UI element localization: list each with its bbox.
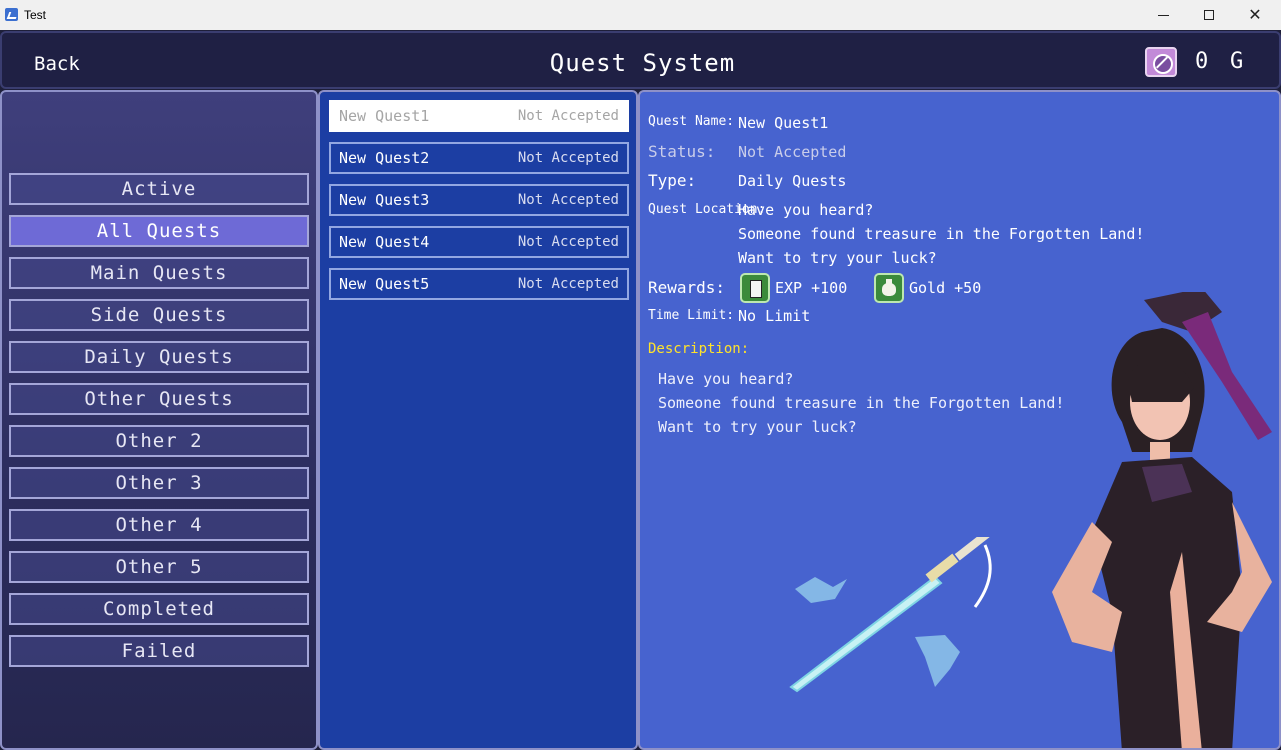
- quest-list-item[interactable]: New Quest2 Not Accepted: [329, 142, 629, 174]
- category-panel: Active All Quests Main Quests Side Quest…: [0, 90, 318, 750]
- description-label: Description:: [648, 341, 750, 357]
- description-line: Have you heard?: [658, 370, 794, 388]
- quest-status: Not Accepted: [517, 150, 619, 166]
- close-button[interactable]: ✕: [1232, 0, 1278, 30]
- category-active[interactable]: Active: [9, 173, 309, 205]
- time-limit-label: Time Limit:: [648, 308, 735, 323]
- minimize-button[interactable]: [1140, 0, 1186, 30]
- quest-list-item[interactable]: New Quest5 Not Accepted: [329, 268, 629, 300]
- status-value: Not Accepted: [738, 143, 847, 161]
- quest-location-line: Someone found treasure in the Forgotten …: [738, 225, 1145, 243]
- quest-name: New Quest4: [339, 233, 430, 251]
- quest-status: Not Accepted: [517, 108, 619, 124]
- gold-unit: G: [1230, 49, 1244, 74]
- quest-name: New Quest1: [339, 107, 430, 125]
- exp-book-icon: [740, 273, 770, 303]
- gold-amount: 0: [1195, 49, 1209, 74]
- quest-name: New Quest2: [339, 149, 430, 167]
- category-other-5[interactable]: Other 5: [9, 551, 309, 583]
- header-bar: Back Quest System 0 G: [0, 31, 1281, 89]
- reward-exp: EXP +100: [775, 279, 848, 297]
- quest-status: Not Accepted: [517, 192, 619, 208]
- quest-name: New Quest5: [339, 275, 430, 293]
- category-failed[interactable]: Failed: [9, 635, 309, 667]
- quest-location-line: Want to try your luck?: [738, 249, 937, 267]
- quest-location-line: Have you heard?: [738, 201, 874, 219]
- quest-detail-panel: Quest Name: New Quest1 Status: Not Accep…: [638, 90, 1281, 750]
- category-other-4[interactable]: Other 4: [9, 509, 309, 541]
- quest-status: Not Accepted: [517, 276, 619, 292]
- quest-list-panel: New Quest1 Not Accepted New Quest2 Not A…: [318, 90, 638, 750]
- type-value: Daily Quests: [738, 172, 847, 190]
- quest-list-item[interactable]: New Quest1 Not Accepted: [329, 100, 629, 132]
- category-side-quests[interactable]: Side Quests: [9, 299, 309, 331]
- rewards-label: Rewards:: [648, 278, 726, 297]
- reward-gold: Gold +50: [909, 279, 982, 297]
- category-daily-quests[interactable]: Daily Quests: [9, 341, 309, 373]
- category-all-quests[interactable]: All Quests: [9, 215, 309, 247]
- minimize-icon: [1157, 14, 1169, 16]
- gold-bag-icon: [874, 273, 904, 303]
- category-completed[interactable]: Completed: [9, 593, 309, 625]
- type-label: Type:: [648, 171, 697, 190]
- status-label: Status:: [648, 142, 716, 161]
- time-limit-value: No Limit: [738, 307, 811, 325]
- quest-name-label: Quest Name:: [648, 114, 735, 129]
- app-icon: [5, 8, 18, 21]
- character-illustration: [1052, 292, 1272, 748]
- description-line: Someone found treasure in the Forgotten …: [658, 394, 1065, 412]
- quest-list-item[interactable]: New Quest4 Not Accepted: [329, 226, 629, 258]
- quest-status: Not Accepted: [517, 234, 619, 250]
- sword-illustration: [789, 537, 992, 693]
- category-other-2[interactable]: Other 2: [9, 425, 309, 457]
- quest-list-item[interactable]: New Quest3 Not Accepted: [329, 184, 629, 216]
- close-icon: ✕: [1248, 7, 1262, 24]
- maximize-button[interactable]: [1186, 0, 1232, 30]
- description-line: Want to try your luck?: [658, 418, 857, 436]
- window-title: Test: [24, 8, 47, 22]
- category-other-quests[interactable]: Other Quests: [9, 383, 309, 415]
- quest-name-value: New Quest1: [738, 114, 829, 132]
- maximize-icon: [1204, 10, 1214, 20]
- category-other-3[interactable]: Other 3: [9, 467, 309, 499]
- gold-coin-icon: [1145, 47, 1177, 77]
- page-title: Quest System: [549, 49, 736, 77]
- quest-name: New Quest3: [339, 191, 430, 209]
- category-main-quests[interactable]: Main Quests: [9, 257, 309, 289]
- window-titlebar: Test ✕: [0, 0, 1281, 30]
